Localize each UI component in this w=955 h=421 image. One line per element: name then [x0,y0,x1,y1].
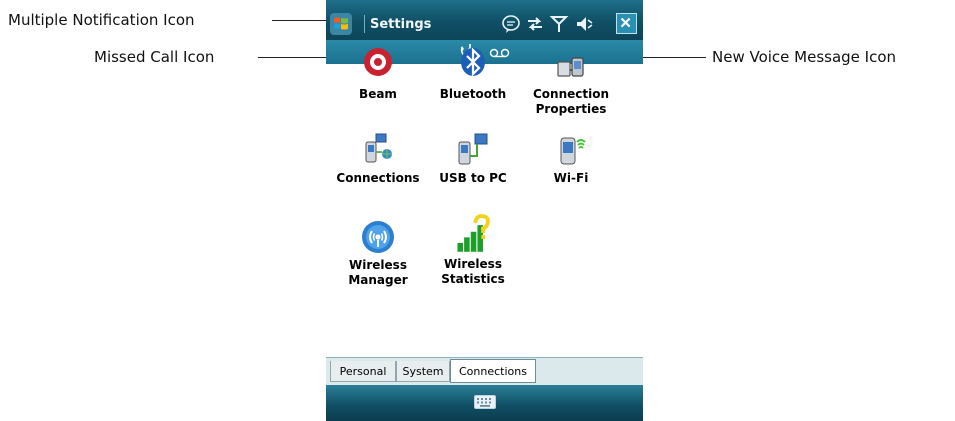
connectivity-arrows-icon[interactable] [525,14,545,34]
tab-system[interactable]: System [396,361,450,382]
app-wireless-manager[interactable]: Wireless Manager [328,219,428,288]
wifi-icon [560,137,586,165]
title-separator [364,15,365,33]
beam-icon [364,48,392,76]
connection-properties-icon [557,57,584,77]
app-connections[interactable]: Connections [328,132,428,186]
app-bluetooth[interactable]: Bluetooth [423,48,523,102]
windows-start-icon[interactable] [330,13,352,35]
app-label-usb-to-pc: USB to PC [439,171,507,185]
app-connection-properties[interactable]: Connection Properties [521,48,621,117]
app-label-beam: Beam [359,87,397,101]
soft-key-bar [326,385,643,421]
close-button[interactable] [616,13,637,34]
app-usb-to-pc[interactable]: USB to PC [423,132,523,186]
app-label-wireless-statistics: Wireless Statistics [441,257,505,286]
connections-icon [365,133,392,163]
speaker-muted-icon[interactable] [575,14,595,34]
multiple-notification-icon[interactable] [501,14,521,34]
app-beam[interactable]: Beam [328,48,428,102]
title-bar: Settings [326,0,643,40]
app-label-connections: Connections [336,171,420,185]
wireless-statistics-icon [457,214,490,252]
app-label-wireless-manager: Wireless Manager [348,258,408,287]
close-icon [620,17,631,28]
keyboard-icon[interactable] [474,395,496,409]
tab-bar: Personal System Connections [326,357,643,386]
app-wireless-statistics[interactable]: Wireless Statistics [423,214,523,287]
settings-icon-grid: Beam Bluetooth Connection Properties Con… [326,48,643,357]
callout-missed-call: Missed Call Icon [94,48,215,66]
app-wifi[interactable]: Wi-Fi [521,132,621,186]
device-screen: Settings Beam Bluetooth Connection Prope… [326,0,643,421]
wireless-manager-icon [362,221,394,253]
tab-personal[interactable]: Personal [330,361,396,382]
app-label-connection-properties: Connection Properties [532,87,610,116]
tab-connections[interactable]: Connections [450,359,536,383]
app-label-wifi: Wi-Fi [553,171,589,185]
signal-antenna-icon[interactable] [549,14,569,34]
usb-to-pc-icon [458,133,488,165]
callout-multiple-notification: Multiple Notification Icon [8,11,195,29]
callout-new-voice-message: New Voice Message Icon [712,48,897,66]
bluetooth-icon [461,48,485,77]
window-title: Settings [370,17,432,32]
app-label-bluetooth: Bluetooth [439,87,507,101]
